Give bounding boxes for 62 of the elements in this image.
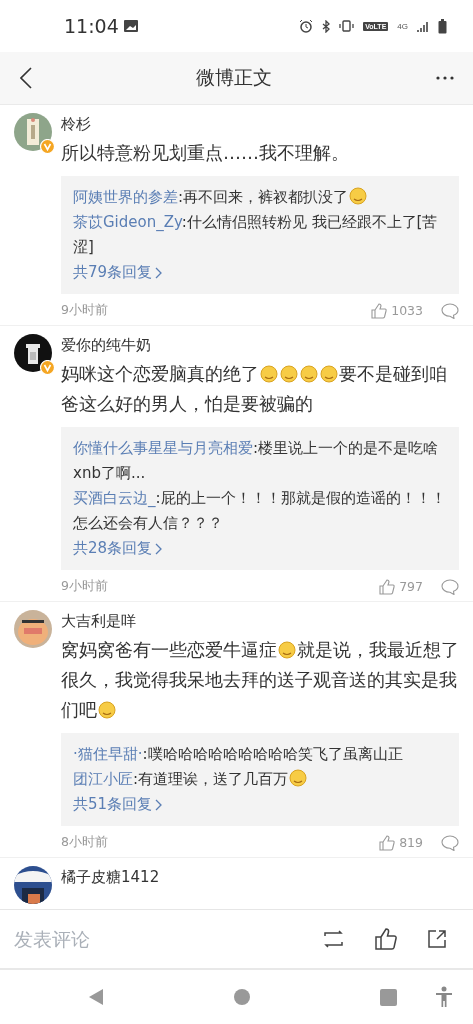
emoji-icon: [320, 365, 338, 383]
chevron-icon: [155, 542, 163, 555]
thumbs-up-icon: [379, 834, 396, 851]
like-button[interactable]: [375, 928, 397, 950]
user-name[interactable]: 爱你的纯牛奶: [61, 336, 151, 355]
emoji-icon: [289, 769, 308, 787]
emoji-icon: [349, 187, 368, 205]
reply-text: 阿姨世界的参差:再不回来，裤衩都扒没了: [73, 185, 447, 210]
user-name[interactable]: 柃杉: [61, 115, 91, 134]
more-icon: [435, 75, 455, 81]
recents-button[interactable]: [380, 988, 397, 1006]
user-name[interactable]: 橘子皮糖1412: [61, 868, 160, 887]
comment-button[interactable]: [441, 834, 459, 851]
emoji-icon: [280, 365, 298, 383]
accessibility-button[interactable]: [435, 986, 453, 1008]
page-title: 微博正文: [194, 65, 273, 90]
thumbs-up-icon: [371, 302, 388, 319]
user-link[interactable]: 茶苡Gideon_Zy: [73, 213, 182, 231]
comment-text: 所以特意粉见划重点……我不理解。: [61, 141, 350, 165]
user-link[interactable]: ·猫住早甜·: [73, 745, 143, 763]
user-link[interactable]: 买酒白云边_: [73, 489, 156, 507]
user-name[interactable]: 大吉利是咩: [61, 612, 136, 631]
comment-button[interactable]: [441, 302, 459, 319]
user-link[interactable]: 你懂什么事星星与月亮相爱: [73, 439, 253, 457]
more-replies-link[interactable]: 共51条回复: [73, 792, 163, 817]
thumbs-up-icon: [379, 578, 396, 595]
signal-icon: [417, 19, 429, 33]
reply-text: ·猫住早甜·:噗哈哈哈哈哈哈哈哈哈笑飞了虽离山正: [73, 744, 404, 765]
reply-text: 你懂什么事星星与月亮相爱:楼里说上一个的是不是吃啥xnb了啊...: [73, 438, 440, 484]
reply-text: 茶苡Gideon_Zy:什么情侣照转粉见 我已经跟不上了[苦涩]: [73, 212, 439, 258]
home-button[interactable]: [234, 989, 250, 1005]
comment-button[interactable]: [441, 578, 459, 595]
emoji-icon: [260, 365, 278, 383]
emoji-icon: [300, 365, 318, 383]
repost-button[interactable]: [322, 930, 345, 948]
vibrate-icon: [339, 20, 355, 32]
reply-text: 团江小匠:有道理诶，送了几百万: [73, 767, 447, 792]
emoji-icon: [278, 641, 296, 659]
more-replies-link[interactable]: 共79条回复: [73, 260, 163, 285]
like-button[interactable]: 819: [379, 834, 423, 851]
alarm-icon: [299, 19, 314, 33]
user-link[interactable]: 团江小匠: [73, 770, 133, 788]
timestamp: 9小时前: [61, 302, 109, 319]
like-button[interactable]: 1033: [371, 302, 423, 319]
more-replies-link[interactable]: 共28条回复: [73, 536, 163, 561]
battery-icon: [438, 18, 447, 34]
network-label: 4G: [397, 21, 408, 31]
chevron-icon: [155, 798, 163, 811]
emoji-icon: [98, 701, 116, 719]
comment-text: 窝妈窝爸有一些恋爱牛逼症 就是说，我最近想了很久，我觉得我呆地去拜的送子观音送的其实是我们吧: [61, 638, 459, 722]
image-icon: [123, 20, 138, 32]
comment-input[interactable]: 发表评论: [14, 928, 292, 950]
like-button[interactable]: 797: [379, 578, 423, 595]
timestamp: 8小时前: [61, 834, 109, 851]
comment-text: 妈咪这个恋爱脑真的绝了 要不是碰到咱爸这么好的男人，怕是要被骗的: [61, 362, 448, 416]
clock-time: 11:04: [64, 15, 119, 37]
reply-text: 买酒白云边_:屁的上一个！！！那就是假的造谣的！！！怎么还会有人信？？？: [73, 488, 447, 534]
chevron-icon: [155, 266, 163, 279]
user-link[interactable]: 阿姨世界的参差: [73, 188, 178, 206]
timestamp: 9小时前: [61, 578, 109, 595]
bluetooth-icon: [322, 19, 331, 33]
share-button[interactable]: [427, 929, 447, 949]
